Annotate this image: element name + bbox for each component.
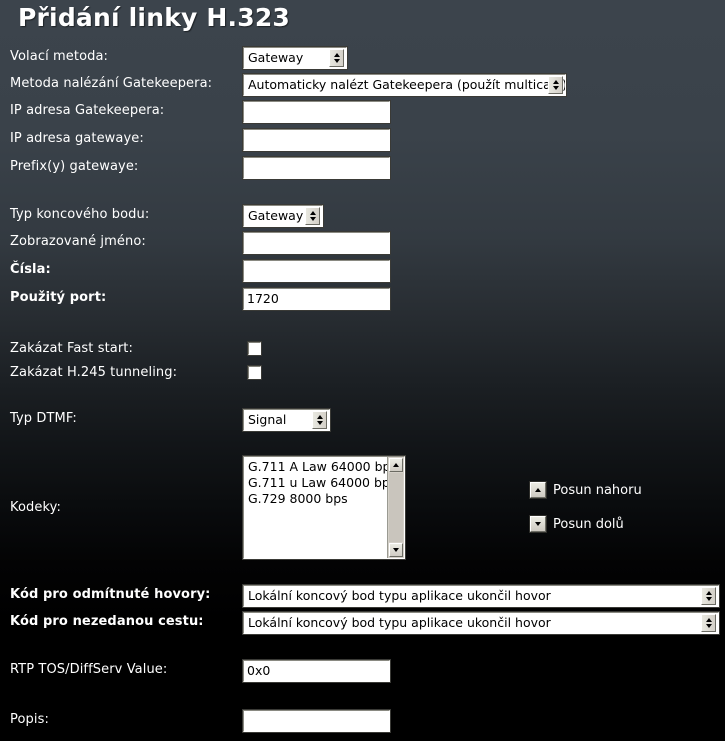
triangle-down-icon	[705, 623, 712, 628]
list-item[interactable]: G.711 A Law 64000 bps	[248, 459, 397, 475]
scroll-down-icon[interactable]	[389, 543, 403, 557]
codecs-scrollbar[interactable]	[387, 457, 404, 558]
row-rtp-tos: RTP TOS/DiffServ Value: 0x0	[0, 659, 725, 684]
triangle-down-icon	[535, 522, 541, 526]
page-title: Přidání linky H.323	[18, 3, 291, 32]
triangle-up-glyph	[393, 463, 399, 467]
row-endpoint-type: Typ koncového bodu: Gateway	[0, 204, 725, 229]
triangle-up-icon	[705, 618, 712, 623]
calling-method-select[interactable]: Gateway	[242, 46, 348, 70]
rtp-tos-input[interactable]: 0x0	[242, 659, 391, 683]
label-gateway-ip: IP adresa gatewaye:	[10, 131, 144, 146]
triangle-up-icon	[552, 80, 559, 85]
spinner-icon[interactable]	[329, 49, 344, 67]
gatekeeper-ip-input[interactable]	[242, 100, 391, 124]
spinner-icon[interactable]	[312, 411, 327, 429]
gateway-ip-input[interactable]	[242, 128, 391, 152]
label-disable-h245-tunneling: Zakázat H.245 tunneling:	[10, 365, 178, 380]
triangle-up-icon	[333, 53, 340, 58]
disable-fast-start-checkbox[interactable]	[247, 341, 262, 356]
spinner-icon[interactable]	[701, 587, 716, 605]
label-description: Popis:	[10, 712, 49, 727]
row-description: Popis:	[0, 709, 725, 734]
label-rejected-calls-code: Kód pro odmítnuté hovory:	[10, 587, 211, 602]
label-calling-method: Volací metoda:	[10, 49, 109, 64]
list-item[interactable]: G.711 u Law 64000 bps	[248, 475, 396, 491]
endpoint-type-select[interactable]: Gateway	[242, 204, 324, 228]
rejected-calls-code-select[interactable]: Lokální koncový bod typu aplikace ukonči…	[242, 584, 720, 608]
triangle-up-icon	[535, 488, 541, 492]
scrollbar-track[interactable]	[389, 473, 403, 542]
triangle-down-icon	[333, 58, 340, 63]
row-rejected-calls-code: Kód pro odmítnuté hovory: Lokální koncov…	[0, 584, 725, 609]
list-item[interactable]: G.729 8000 bps	[248, 491, 387, 507]
rejected-calls-code-value: Lokální koncový bod typu aplikace ukonči…	[248, 588, 551, 603]
row-no-route-code: Kód pro nezedanou cestu: Lokální koncový…	[0, 611, 725, 636]
gatekeeper-discovery-value: Automaticky nalézt Gatekeepera (použít m…	[248, 77, 566, 92]
triangle-down-glyph	[393, 548, 399, 552]
no-route-code-value: Lokální koncový bod typu aplikace ukonči…	[248, 615, 551, 630]
numbers-input[interactable]	[242, 259, 391, 283]
move-down-button[interactable]	[529, 515, 547, 533]
calling-method-value: Gateway	[248, 50, 304, 65]
dtmf-type-select[interactable]: Signal	[242, 408, 331, 432]
triangle-down-icon	[309, 216, 316, 221]
label-rtp-tos: RTP TOS/DiffServ Value:	[10, 662, 168, 677]
label-display-name: Zobrazované jméno:	[10, 234, 146, 249]
dtmf-type-value: Signal	[248, 412, 287, 427]
row-used-port: Použitý port: 1720	[0, 287, 725, 312]
row-numbers: Čísla:	[0, 259, 725, 284]
row-display-name: Zobrazované jméno:	[0, 231, 725, 256]
label-used-port: Použitý port:	[10, 290, 107, 305]
codecs-listbox[interactable]: G.711 A Law 64000 bps G.711 u Law 64000 …	[242, 455, 406, 560]
spinner-icon[interactable]	[305, 207, 320, 225]
label-gatekeeper-ip: IP adresa Gatekeepera:	[10, 103, 165, 118]
display-name-input[interactable]	[242, 231, 391, 255]
used-port-input[interactable]: 1720	[242, 287, 391, 311]
row-disable-h245-tunneling: Zakázat H.245 tunneling:	[0, 363, 725, 387]
spinner-icon[interactable]	[701, 614, 716, 632]
move-up-label: Posun nahoru	[553, 483, 642, 498]
endpoint-type-value: Gateway	[248, 208, 304, 223]
disable-h245-tunneling-checkbox[interactable]	[247, 365, 262, 380]
row-gateway-ip: IP adresa gatewaye:	[0, 128, 725, 153]
label-disable-fast-start: Zakázat Fast start:	[10, 341, 133, 356]
label-gateway-prefix: Prefix(y) gatewaye:	[10, 159, 139, 174]
h323-line-add-page: Přidání linky H.323 Volací metoda: Gatew…	[0, 0, 725, 741]
label-numbers: Čísla:	[10, 262, 51, 277]
triangle-down-icon	[552, 85, 559, 90]
move-up-button[interactable]	[529, 481, 547, 499]
codecs-list[interactable]: G.711 A Law 64000 bps G.711 u Law 64000 …	[244, 458, 397, 558]
label-no-route-code: Kód pro nezedanou cestu:	[10, 614, 204, 629]
gatekeeper-discovery-select[interactable]: Automaticky nalézt Gatekeepera (použít m…	[242, 73, 567, 97]
triangle-up-icon	[316, 415, 323, 420]
row-gatekeeper-discovery: Metoda nalézání Gatekeepera: Automaticky…	[0, 73, 725, 98]
row-gatekeeper-ip: IP adresa Gatekeepera:	[0, 100, 725, 125]
triangle-down-icon	[316, 420, 323, 425]
row-gateway-prefix: Prefix(y) gatewaye:	[0, 156, 725, 181]
label-gatekeeper-discovery: Metoda nalézání Gatekeepera:	[10, 76, 213, 91]
triangle-down-icon	[705, 596, 712, 601]
move-down-label: Posun dolů	[553, 517, 624, 532]
description-input[interactable]	[242, 709, 391, 733]
scroll-up-icon[interactable]	[389, 458, 403, 472]
label-endpoint-type: Typ koncového bodu:	[10, 207, 150, 222]
row-disable-fast-start: Zakázat Fast start:	[0, 339, 725, 363]
label-dtmf-type: Typ DTMF:	[10, 411, 77, 426]
row-calling-method: Volací metoda: Gateway	[0, 46, 725, 71]
triangle-up-icon	[309, 211, 316, 216]
triangle-up-icon	[705, 591, 712, 596]
row-dtmf-type: Typ DTMF: Signal	[0, 408, 725, 433]
spinner-icon[interactable]	[548, 76, 563, 94]
gateway-prefix-input[interactable]	[242, 156, 391, 180]
no-route-code-select[interactable]: Lokální koncový bod typu aplikace ukonči…	[242, 611, 720, 635]
label-codecs: Kodeky:	[10, 500, 61, 515]
